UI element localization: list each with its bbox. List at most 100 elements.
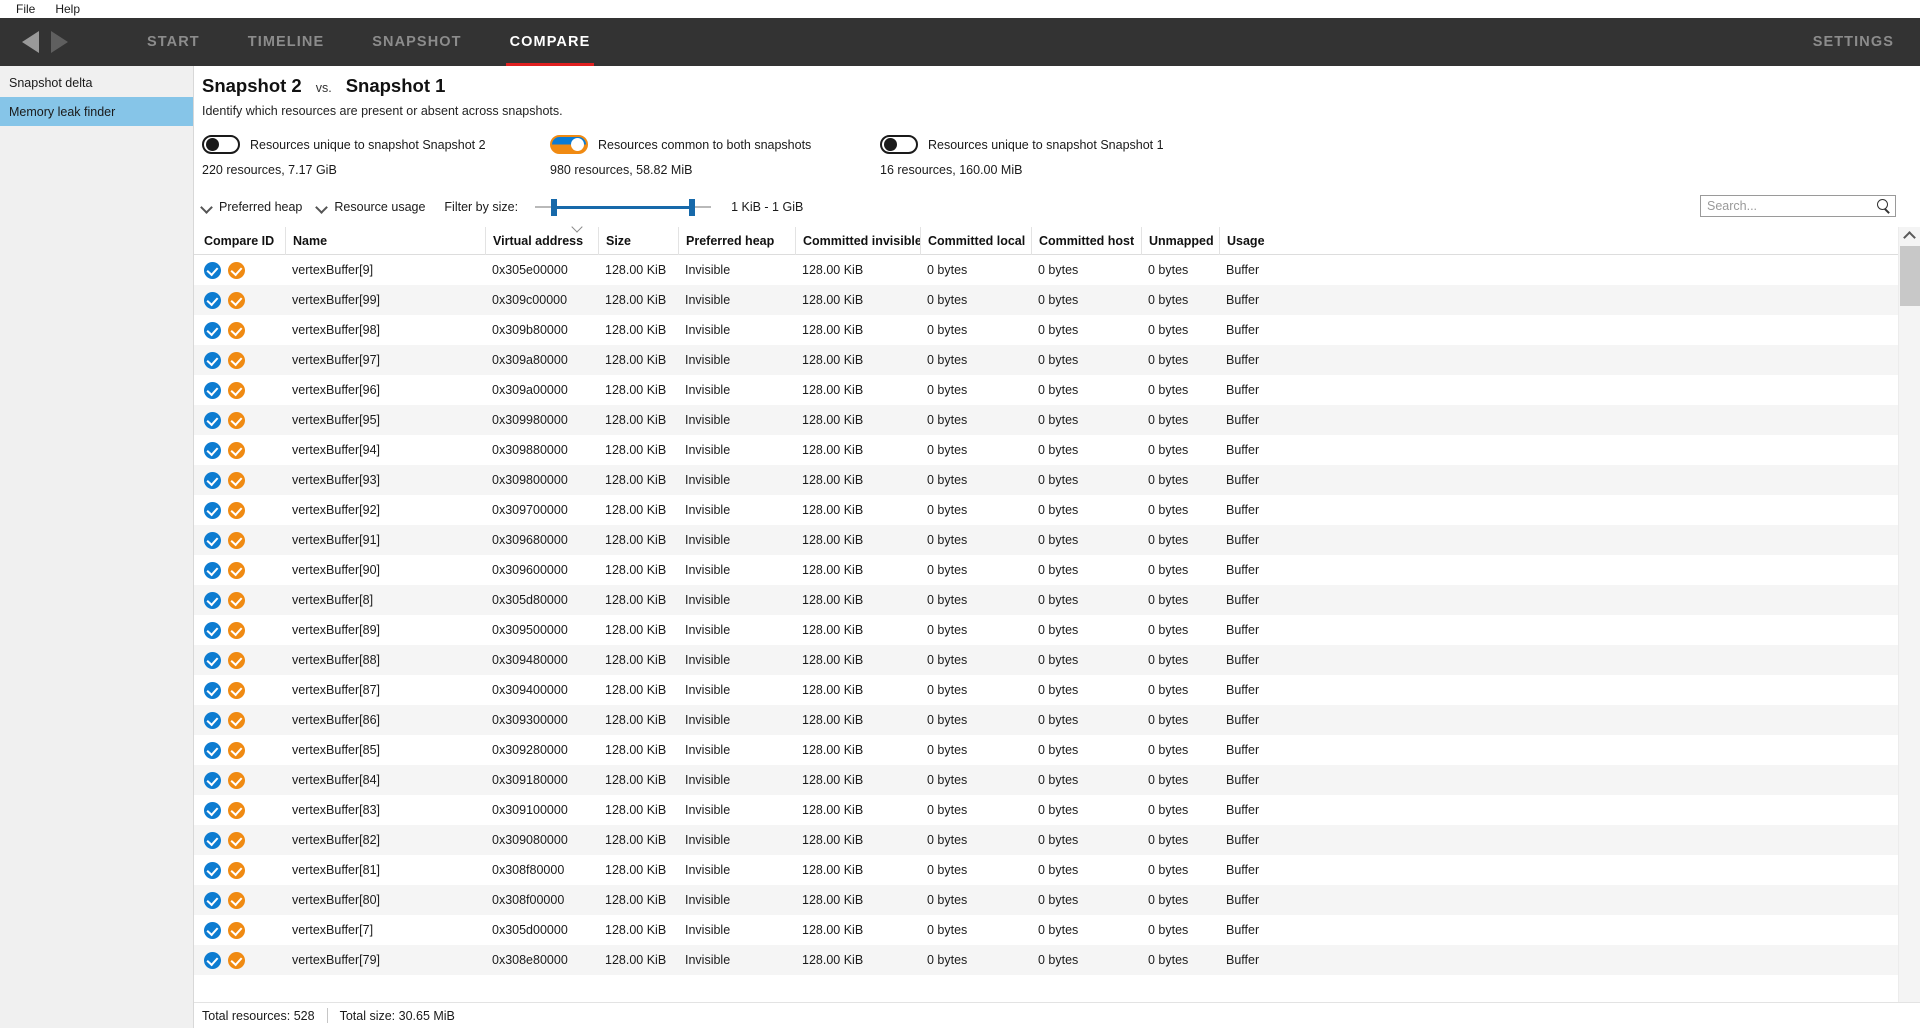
sidebar-item-snapshot-delta[interactable]: Snapshot delta (0, 68, 193, 97)
check-circle-blue-icon[interactable] (204, 682, 221, 699)
table-row[interactable]: vertexBuffer[9]0x305e00000128.00 KiBInvi… (194, 255, 1898, 285)
check-circle-orange-icon[interactable] (228, 262, 245, 279)
check-circle-orange-icon[interactable] (228, 292, 245, 309)
table-row[interactable]: vertexBuffer[89]0x309500000128.00 KiBInv… (194, 615, 1898, 645)
table-row[interactable]: vertexBuffer[90]0x309600000128.00 KiBInv… (194, 555, 1898, 585)
table-row[interactable]: vertexBuffer[97]0x309a80000128.00 KiBInv… (194, 345, 1898, 375)
table-row[interactable]: vertexBuffer[82]0x309080000128.00 KiBInv… (194, 825, 1898, 855)
check-circle-blue-icon[interactable] (204, 862, 221, 879)
check-circle-orange-icon[interactable] (228, 922, 245, 939)
check-circle-orange-icon[interactable] (228, 652, 245, 669)
check-circle-blue-icon[interactable] (204, 532, 221, 549)
scrollbar-thumb[interactable] (1900, 246, 1920, 306)
table-row[interactable]: vertexBuffer[85]0x309280000128.00 KiBInv… (194, 735, 1898, 765)
column-header-size[interactable]: Size (598, 227, 678, 255)
check-circle-orange-icon[interactable] (228, 532, 245, 549)
table-row[interactable]: vertexBuffer[8]0x305d80000128.00 KiBInvi… (194, 585, 1898, 615)
check-circle-blue-icon[interactable] (204, 832, 221, 849)
search-box[interactable] (1700, 195, 1896, 217)
check-circle-orange-icon[interactable] (228, 802, 245, 819)
table-row[interactable]: vertexBuffer[96]0x309a00000128.00 KiBInv… (194, 375, 1898, 405)
menu-item-help[interactable]: Help (45, 1, 90, 17)
check-circle-orange-icon[interactable] (228, 442, 245, 459)
check-circle-blue-icon[interactable] (204, 622, 221, 639)
table-row[interactable]: vertexBuffer[79]0x308e80000128.00 KiBInv… (194, 945, 1898, 975)
table-row[interactable]: vertexBuffer[98]0x309b80000128.00 KiBInv… (194, 315, 1898, 345)
check-circle-blue-icon[interactable] (204, 922, 221, 939)
column-header-name[interactable]: Name (285, 227, 485, 255)
table-row[interactable]: vertexBuffer[86]0x309300000128.00 KiBInv… (194, 705, 1898, 735)
check-circle-blue-icon[interactable] (204, 742, 221, 759)
table-row[interactable]: vertexBuffer[95]0x309980000128.00 KiBInv… (194, 405, 1898, 435)
table-row[interactable]: vertexBuffer[83]0x309100000128.00 KiBInv… (194, 795, 1898, 825)
check-circle-blue-icon[interactable] (204, 502, 221, 519)
table-row[interactable]: vertexBuffer[7]0x305d00000128.00 KiBInvi… (194, 915, 1898, 945)
search-input[interactable] (1707, 199, 1876, 213)
check-circle-orange-icon[interactable] (228, 502, 245, 519)
search-icon[interactable] (1876, 199, 1891, 214)
slider-handle-min[interactable] (551, 199, 557, 216)
check-circle-blue-icon[interactable] (204, 892, 221, 909)
sidebar-item-memory-leak-finder[interactable]: Memory leak finder (0, 97, 193, 126)
column-header-usage[interactable]: Usage (1219, 227, 1319, 255)
check-circle-orange-icon[interactable] (228, 382, 245, 399)
tab-timeline[interactable]: TIMELINE (224, 18, 348, 66)
check-circle-blue-icon[interactable] (204, 652, 221, 669)
tab-start[interactable]: START (123, 18, 224, 66)
table-row[interactable]: vertexBuffer[84]0x309180000128.00 KiBInv… (194, 765, 1898, 795)
check-circle-orange-icon[interactable] (228, 472, 245, 489)
menu-item-file[interactable]: File (6, 1, 45, 17)
column-header-unmapped[interactable]: Unmapped (1141, 227, 1219, 255)
check-circle-blue-icon[interactable] (204, 592, 221, 609)
check-circle-orange-icon[interactable] (228, 592, 245, 609)
tab-compare[interactable]: COMPARE (486, 18, 615, 66)
check-circle-orange-icon[interactable] (228, 742, 245, 759)
table-row[interactable]: vertexBuffer[80]0x308f00000128.00 KiBInv… (194, 885, 1898, 915)
table-row[interactable]: vertexBuffer[88]0x309480000128.00 KiBInv… (194, 645, 1898, 675)
triangle-left-icon[interactable] (22, 31, 39, 53)
check-circle-blue-icon[interactable] (204, 952, 221, 969)
check-circle-orange-icon[interactable] (228, 772, 245, 789)
toggle-unique-snapshot2[interactable] (202, 135, 240, 154)
check-circle-orange-icon[interactable] (228, 892, 245, 909)
check-circle-orange-icon[interactable] (228, 952, 245, 969)
check-circle-orange-icon[interactable] (228, 562, 245, 579)
check-circle-orange-icon[interactable] (228, 412, 245, 429)
column-header-preferred-heap[interactable]: Preferred heap (678, 227, 795, 255)
check-circle-orange-icon[interactable] (228, 622, 245, 639)
dropdown-preferred-heap[interactable]: Preferred heap (202, 200, 310, 214)
check-circle-blue-icon[interactable] (204, 412, 221, 429)
check-circle-orange-icon[interactable] (228, 712, 245, 729)
check-circle-blue-icon[interactable] (204, 772, 221, 789)
table-row[interactable]: vertexBuffer[92]0x309700000128.00 KiBInv… (194, 495, 1898, 525)
toggle-common-both[interactable] (550, 135, 588, 154)
check-circle-blue-icon[interactable] (204, 322, 221, 339)
check-circle-blue-icon[interactable] (204, 562, 221, 579)
check-circle-orange-icon[interactable] (228, 352, 245, 369)
vertical-scrollbar[interactable] (1898, 227, 1920, 1002)
check-circle-blue-icon[interactable] (204, 442, 221, 459)
table-row[interactable]: vertexBuffer[94]0x309880000128.00 KiBInv… (194, 435, 1898, 465)
slider-handle-max[interactable] (689, 199, 695, 216)
scroll-up-arrow-icon[interactable] (1899, 227, 1920, 245)
check-circle-blue-icon[interactable] (204, 262, 221, 279)
table-row[interactable]: vertexBuffer[91]0x309680000128.00 KiBInv… (194, 525, 1898, 555)
column-header-committed-host[interactable]: Committed host (1031, 227, 1141, 255)
table-row[interactable]: vertexBuffer[87]0x309400000128.00 KiBInv… (194, 675, 1898, 705)
table-row[interactable]: vertexBuffer[81]0x308f80000128.00 KiBInv… (194, 855, 1898, 885)
column-header-committed-local[interactable]: Committed local (920, 227, 1031, 255)
check-circle-blue-icon[interactable] (204, 352, 221, 369)
size-range-slider[interactable] (535, 197, 711, 217)
check-circle-blue-icon[interactable] (204, 292, 221, 309)
table-row[interactable]: vertexBuffer[93]0x309800000128.00 KiBInv… (194, 465, 1898, 495)
toggle-unique-snapshot1[interactable] (880, 135, 918, 154)
column-header-committed-invisible[interactable]: Committed invisible (795, 227, 920, 255)
check-circle-blue-icon[interactable] (204, 472, 221, 489)
check-circle-blue-icon[interactable] (204, 382, 221, 399)
check-circle-orange-icon[interactable] (228, 832, 245, 849)
column-header-compare-id[interactable]: Compare ID (202, 227, 285, 255)
tab-snapshot[interactable]: SNAPSHOT (348, 18, 485, 66)
check-circle-orange-icon[interactable] (228, 862, 245, 879)
settings-button[interactable]: SETTINGS (1813, 34, 1894, 50)
check-circle-orange-icon[interactable] (228, 682, 245, 699)
